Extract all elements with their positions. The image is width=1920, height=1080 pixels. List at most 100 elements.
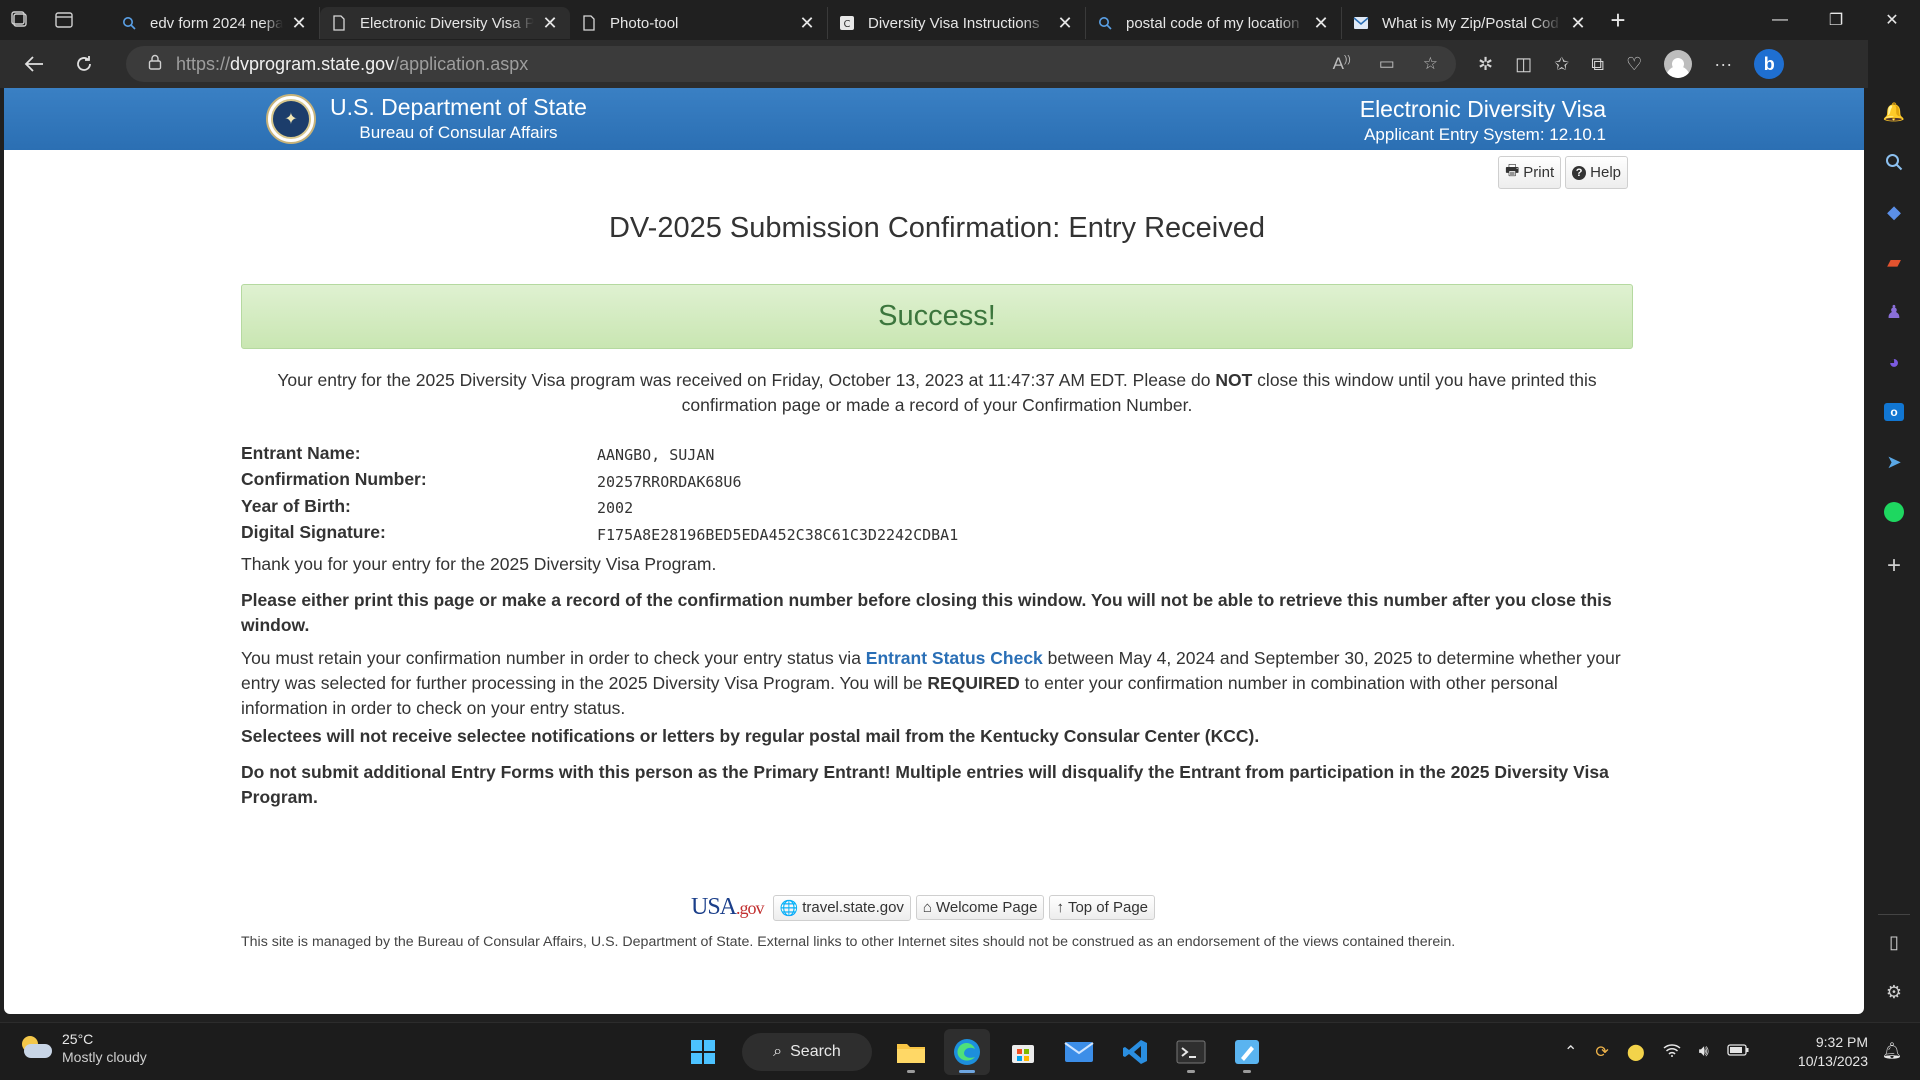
refresh-icon[interactable] (62, 44, 106, 84)
help-button[interactable]: ? Help (1565, 156, 1628, 189)
new-tab-icon[interactable]: + (1598, 5, 1638, 36)
tab-actions-icon[interactable] (44, 0, 84, 40)
required-text: REQUIRED (927, 673, 1020, 693)
entrant-name-value: AANGBO, SUJAN (597, 446, 715, 465)
sync-icon[interactable]: ⟳ (1595, 1042, 1608, 1062)
telegram-send-icon[interactable]: ➤ (1878, 446, 1910, 478)
reader-view-icon[interactable]: ▭ (1379, 54, 1395, 74)
thanks-text: Thank you for your entry for the 2025 Di… (241, 554, 717, 574)
read-aloud-icon[interactable]: A)) (1333, 54, 1351, 74)
travel-label: travel.state.gov (802, 899, 904, 916)
confirmation-number-value: 20257RRORDAK68U6 (597, 472, 742, 491)
edge-browser-icon[interactable] (944, 1029, 990, 1075)
detail-label: Confirmation Number: (241, 469, 427, 490)
split-screen-icon[interactable]: ◫ (1515, 54, 1532, 75)
tab-title: Diversity Visa Instructions (868, 14, 1040, 32)
close-tab-icon[interactable]: ✕ (797, 13, 817, 34)
retain-text: You must retain your confirmation number… (241, 648, 866, 668)
detail-label: Year of Birth: (241, 495, 351, 516)
microsoft-store-icon[interactable] (1000, 1029, 1046, 1075)
security-warning-icon[interactable]: ⬤ (1627, 1042, 1645, 1062)
windows-taskbar: 25°C Mostly cloudy ⌕ Search ⌃ ⟳ ⬤ 🔊︎ 9:3… (0, 1022, 1920, 1080)
close-tab-icon[interactable]: ✕ (1311, 13, 1331, 34)
close-tab-icon[interactable]: ✕ (540, 13, 560, 34)
address-bar[interactable]: https://dvprogram.state.gov/application.… (126, 46, 1456, 82)
usa-gov-logo[interactable]: USA.gov (691, 894, 764, 921)
travel-state-gov-button[interactable]: 🌐 travel.state.gov (772, 894, 911, 921)
tools-briefcase-icon[interactable]: ▰ (1878, 246, 1910, 278)
globe-icon: 🌐 (779, 899, 799, 917)
notification-bell-icon[interactable]: 🔔 (1878, 96, 1910, 128)
year-of-birth-value: 2002 (597, 499, 634, 518)
wifi-icon[interactable] (1663, 1043, 1681, 1062)
outlook-icon[interactable]: o (1878, 396, 1910, 428)
close-tab-icon[interactable]: ✕ (289, 13, 309, 34)
search-icon[interactable] (1878, 146, 1910, 178)
volume-icon[interactable]: 🔊︎ (1699, 1043, 1709, 1061)
print-button[interactable]: 🖶 Print (1498, 156, 1562, 189)
mail-app-icon[interactable] (1056, 1029, 1102, 1075)
microsoft-365-icon[interactable]: ◕ (1878, 346, 1910, 378)
start-button[interactable] (680, 1029, 726, 1075)
close-window-icon[interactable]: ✕ (1864, 0, 1920, 40)
close-tab-icon[interactable]: ✕ (1055, 13, 1075, 34)
page-title: DV-2025 Submission Confirmation: Entry R… (608, 212, 1266, 244)
more-menu-icon[interactable]: ··· (1714, 54, 1732, 75)
tab-title: postal code of my location (1126, 14, 1300, 32)
terminal-icon[interactable] (1168, 1029, 1214, 1075)
page-viewport: ✦ U.S. Department of State Bureau of Con… (4, 88, 1864, 1014)
add-sidebar-app-icon[interactable]: + (1878, 550, 1910, 582)
url-text[interactable]: https://dvprogram.state.gov/application.… (176, 54, 528, 75)
performance-icon[interactable]: ♡ (1626, 54, 1642, 75)
welcome-page-button[interactable]: ⌂ Welcome Page (915, 895, 1045, 920)
footer-disclaimer: This site is managed by the Bureau of Co… (241, 934, 1456, 950)
notification-center-icon[interactable]: 🔔︎ (1882, 1041, 1902, 1061)
browser-tab-active[interactable]: Electronic Diversity Visa Pr ✕ (320, 7, 570, 39)
search-label: Search (790, 1043, 841, 1060)
extensions-icon[interactable]: ✲ (1478, 54, 1493, 75)
hide-sidebar-icon[interactable]: ▯ (1878, 926, 1910, 958)
bureau-name: Bureau of Consular Affairs (359, 123, 558, 142)
sidebar-settings-icon[interactable]: ⚙ (1878, 976, 1910, 1008)
restore-icon[interactable]: ❐ (1808, 0, 1864, 40)
close-tab-icon[interactable]: ✕ (1568, 13, 1588, 34)
browser-tab[interactable]: edv form 2024 nepal - Sea ✕ (110, 7, 320, 39)
profile-avatar[interactable] (1664, 50, 1693, 78)
department-title: U.S. Department of State Bureau of Consu… (330, 94, 587, 143)
back-icon[interactable] (12, 44, 56, 84)
weather-widget[interactable]: 25°C Mostly cloudy (20, 1031, 147, 1065)
file-explorer-icon[interactable] (888, 1029, 934, 1075)
system-clock[interactable]: 9:32 PM 10/13/2023 (1798, 1033, 1868, 1071)
chevron-up-icon[interactable]: ⌃ (1564, 1042, 1577, 1062)
spotify-icon[interactable] (1878, 496, 1910, 528)
mail-icon (1352, 14, 1370, 32)
paint-app-icon[interactable] (1224, 1029, 1270, 1075)
vscode-icon[interactable] (1112, 1029, 1158, 1075)
battery-icon[interactable] (1727, 1043, 1749, 1061)
browser-tab[interactable]: C Diversity Visa Instructions ✕ (828, 7, 1086, 39)
favorites-icon[interactable]: ✩ (1554, 54, 1569, 75)
copilot-icon[interactable]: b (1754, 49, 1785, 79)
shopping-tag-icon[interactable]: ◆ (1878, 196, 1910, 228)
games-icon[interactable]: ♟ (1878, 296, 1910, 328)
question-circle-icon: ? (1572, 165, 1587, 180)
window-controls: — ❐ ✕ (1752, 0, 1920, 40)
browser-tab[interactable]: postal code of my location ✕ (1086, 7, 1342, 39)
entrant-status-check-link[interactable]: Entrant Status Check (866, 648, 1043, 668)
workspaces-icon[interactable] (0, 0, 40, 40)
edge-sidebar: 🔔 ◆ ▰ ♟ ◕ o ➤ + ▯ ⚙ (1868, 40, 1920, 1014)
browser-tab[interactable]: Photo-tool ✕ (570, 7, 828, 39)
svg-text:C: C (844, 19, 851, 30)
tab-title: edv form 2024 nepal - Sea (150, 14, 283, 32)
lock-icon[interactable] (148, 54, 162, 75)
tab-strip: edv form 2024 nepal - Sea ✕ Electronic D… (0, 0, 1920, 40)
minimize-icon[interactable]: — (1752, 0, 1808, 40)
collections-icon[interactable]: ⧉ (1591, 54, 1604, 75)
taskbar-search[interactable]: ⌕ Search (742, 1033, 872, 1071)
entrant-details: Entrant Name: AANGBO, SUJAN Confirmation … (241, 440, 1241, 546)
success-alert: Success! (241, 284, 1633, 349)
welcome-label: Welcome Page (935, 899, 1038, 916)
browser-tab[interactable]: What is My Zip/Postal Cod ✕ (1342, 7, 1598, 39)
favorite-star-icon[interactable]: ☆ (1423, 54, 1438, 74)
top-of-page-button[interactable]: ↑ Top of Page (1049, 895, 1155, 920)
